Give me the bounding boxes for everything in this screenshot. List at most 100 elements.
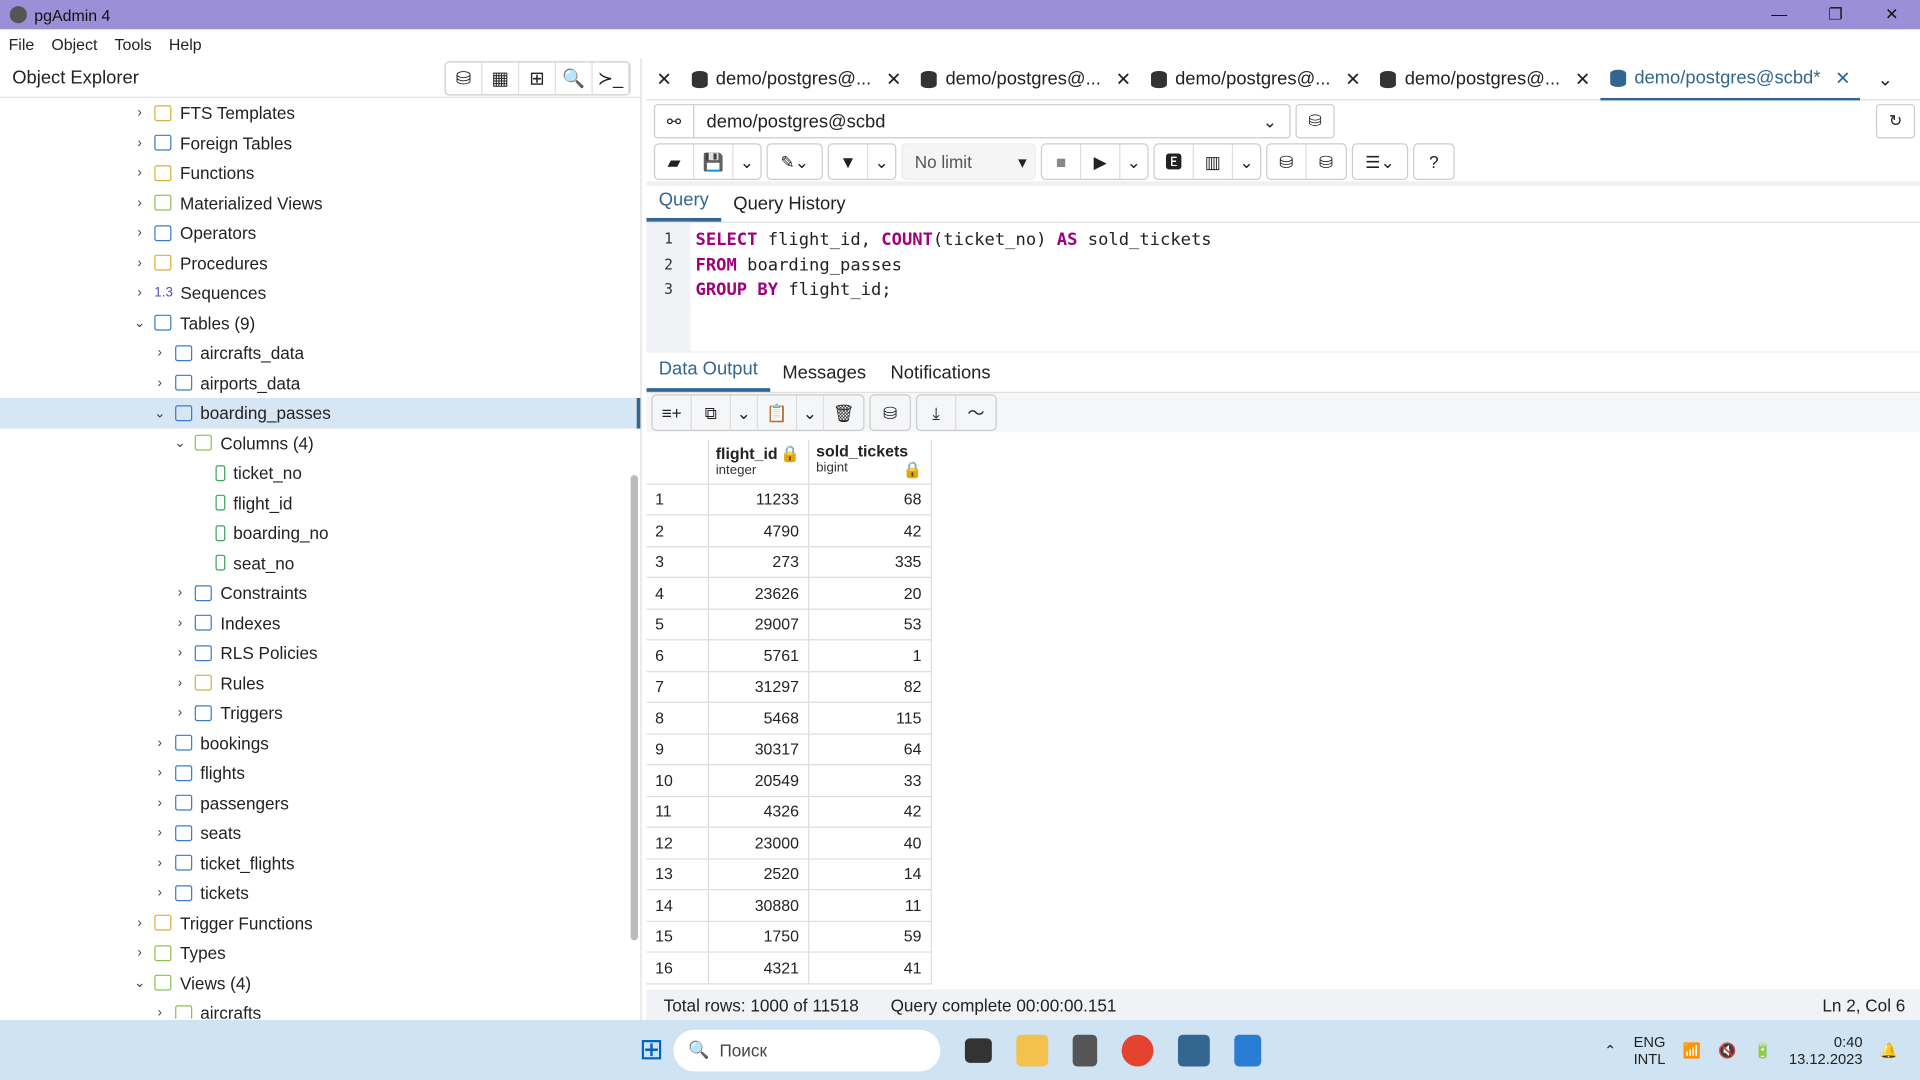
chevron-down-icon[interactable]: ⌄: [130, 975, 150, 991]
copy-icon[interactable]: ⧉: [692, 395, 732, 430]
tree-node[interactable]: › Procedures: [0, 248, 640, 278]
tree-node[interactable]: › Indexes: [0, 608, 640, 638]
row-number[interactable]: 12: [646, 827, 709, 859]
chevron-right-icon[interactable]: ›: [170, 616, 190, 631]
tree-node[interactable]: › Types: [0, 938, 640, 968]
close-tab-icon[interactable]: ✕: [1345, 68, 1360, 90]
tree-node[interactable]: › Rules: [0, 668, 640, 698]
tree-node[interactable]: › tickets: [0, 878, 640, 908]
tree-node[interactable]: › passengers: [0, 788, 640, 818]
explain-analyze-icon[interactable]: ▥: [1194, 144, 1234, 179]
language-indicator[interactable]: ENG INTL: [1634, 1033, 1666, 1067]
row-number[interactable]: 16: [646, 952, 709, 984]
filter-icon[interactable]: ▼: [829, 144, 869, 179]
tree-node[interactable]: › aircrafts_data: [0, 338, 640, 368]
file-explorer-icon[interactable]: [1016, 1034, 1049, 1066]
cell-flight-id[interactable]: 30880: [707, 889, 809, 922]
query-tab[interactable]: demo/postgres@... ✕: [1141, 58, 1371, 100]
row-number[interactable]: 10: [646, 764, 709, 797]
row-number[interactable]: 15: [646, 920, 709, 953]
cell-sold-tickets[interactable]: 40: [808, 827, 932, 859]
row-number[interactable]: 9: [646, 733, 709, 766]
tree-node[interactable]: › 1.3 Sequences: [0, 278, 640, 308]
table-row[interactable]: 7 31297 82: [646, 671, 932, 703]
commit-icon[interactable]: ⛁: [1267, 144, 1307, 179]
macros-icon[interactable]: ☰⌄: [1353, 144, 1407, 178]
notifications-bell-icon[interactable]: 🔔: [1880, 1041, 1898, 1058]
tree-node[interactable]: › Foreign Tables: [0, 128, 640, 158]
cell-sold-tickets[interactable]: 42: [808, 795, 932, 828]
chevron-right-icon[interactable]: ›: [130, 196, 150, 211]
tree-scrollbar[interactable]: [630, 475, 638, 941]
explain-icon[interactable]: 🅴: [1155, 144, 1194, 179]
tree-node[interactable]: seat_no: [0, 548, 640, 578]
cell-flight-id[interactable]: 2520: [707, 858, 809, 891]
paste-icon[interactable]: 📋: [758, 395, 798, 430]
sql-code[interactable]: SELECT flight_id, COUNT(ticket_no) AS so…: [691, 223, 1212, 352]
chevron-right-icon[interactable]: ›: [150, 736, 170, 751]
cell-flight-id[interactable]: 31297: [707, 671, 809, 703]
close-button[interactable]: ✕: [1864, 5, 1920, 25]
cell-sold-tickets[interactable]: 59: [808, 920, 932, 953]
chevron-right-icon[interactable]: ›: [150, 346, 170, 361]
row-number[interactable]: 13: [646, 858, 709, 891]
query-tab[interactable]: demo/postgres@... ✕: [682, 58, 912, 100]
cell-sold-tickets[interactable]: 20: [808, 577, 932, 610]
column-header-sold-tickets[interactable]: sold_tickets 🔒 bigint: [808, 439, 932, 485]
row-number[interactable]: 11: [646, 795, 709, 828]
tab-messages[interactable]: Messages: [770, 362, 878, 391]
rollback-icon[interactable]: ⛁: [1307, 144, 1346, 178]
download-icon[interactable]: ⤓: [917, 395, 957, 430]
maximize-button[interactable]: ❐: [1807, 5, 1863, 25]
volume-muted-icon[interactable]: 🔇: [1718, 1041, 1736, 1058]
save-options-chevron-icon[interactable]: ⌄: [733, 144, 760, 178]
row-number[interactable]: 1: [646, 483, 709, 516]
menu-help[interactable]: Help: [160, 35, 210, 53]
battery-icon[interactable]: 🔋: [1754, 1041, 1772, 1058]
cell-sold-tickets[interactable]: 1: [808, 639, 932, 672]
tab-query-history[interactable]: Query History: [721, 193, 858, 221]
help-icon[interactable]: ?: [1414, 144, 1453, 178]
chevron-right-icon[interactable]: ›: [170, 646, 190, 661]
cell-sold-tickets[interactable]: 82: [808, 671, 932, 703]
chevron-right-icon[interactable]: ›: [150, 856, 170, 871]
cell-sold-tickets[interactable]: 64: [808, 733, 932, 766]
menu-tools[interactable]: Tools: [106, 35, 160, 53]
row-number[interactable]: 14: [646, 889, 709, 922]
tab-query[interactable]: Query: [646, 190, 722, 222]
chevron-right-icon[interactable]: ›: [150, 886, 170, 901]
table-row[interactable]: 12 23000 40: [646, 827, 932, 859]
cell-sold-tickets[interactable]: 11: [808, 889, 932, 922]
query-tool-icon[interactable]: ⛁: [446, 61, 483, 94]
cell-sold-tickets[interactable]: 335: [808, 546, 932, 578]
tree-node[interactable]: › aircrafts: [0, 998, 640, 1019]
wifi-icon[interactable]: 📶: [1683, 1041, 1701, 1058]
refresh-button[interactable]: ↻: [1875, 104, 1916, 139]
chevron-right-icon[interactable]: ›: [150, 796, 170, 811]
tree-node[interactable]: ⌄ Columns (4): [0, 428, 640, 458]
chevron-right-icon[interactable]: ›: [130, 136, 150, 151]
close-tab-icon[interactable]: ✕: [1116, 68, 1131, 90]
table-row[interactable]: 9 30317 64: [646, 733, 932, 766]
taskbar-search[interactable]: 🔍 Поиск: [673, 1029, 941, 1071]
table-row[interactable]: 14 30880 11: [646, 889, 932, 922]
search-icon[interactable]: 🔍: [556, 61, 593, 94]
tree-node[interactable]: › Triggers: [0, 698, 640, 728]
open-file-icon[interactable]: ▰: [655, 144, 695, 179]
query-tab[interactable]: demo/postgres@scbd* ✕: [1600, 58, 1861, 100]
cell-flight-id[interactable]: 5468: [707, 702, 809, 735]
task-view-icon[interactable]: [965, 1037, 992, 1063]
tree-node[interactable]: › Operators: [0, 218, 640, 248]
chevron-right-icon[interactable]: ›: [130, 256, 150, 271]
tree-node[interactable]: ticket_no: [0, 458, 640, 488]
clock[interactable]: 0:40 13.12.2023: [1789, 1033, 1863, 1067]
row-number[interactable]: 4: [646, 577, 709, 610]
pgadmin-taskbar-icon[interactable]: [1178, 1034, 1210, 1066]
tree-node[interactable]: › bookings: [0, 728, 640, 758]
chevron-down-icon[interactable]: ⌄: [170, 435, 190, 451]
cell-sold-tickets[interactable]: 53: [808, 608, 932, 641]
cell-flight-id[interactable]: 23626: [707, 577, 809, 610]
limit-select[interactable]: No limit ▾: [901, 143, 1036, 181]
save-data-icon[interactable]: ⛁: [871, 396, 910, 430]
chevron-right-icon[interactable]: ›: [150, 826, 170, 841]
